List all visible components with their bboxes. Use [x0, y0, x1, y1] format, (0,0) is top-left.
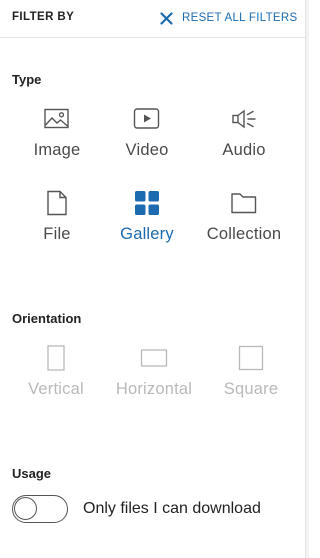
close-icon — [160, 11, 173, 25]
orientation-option-label: Horizontal — [115, 380, 193, 398]
type-section-title: Type — [12, 72, 42, 87]
folder-icon — [196, 190, 292, 216]
reset-all-filters-label: RESET ALL FILTERS — [182, 12, 298, 24]
type-option-label: Collection — [206, 225, 282, 243]
type-option-gallery[interactable]: Gallery — [99, 190, 195, 250]
type-option-image[interactable]: Image — [9, 106, 105, 166]
filter-header: FILTER BY RESET ALL FILTERS — [0, 0, 305, 38]
panel-edge — [306, 0, 309, 558]
file-icon — [9, 190, 105, 216]
reset-all-filters-button[interactable]: RESET ALL FILTERS — [160, 9, 297, 27]
filter-title: FILTER BY — [12, 11, 75, 23]
video-icon — [99, 106, 195, 132]
gallery-icon — [99, 190, 195, 216]
vertical-rect-icon — [8, 345, 104, 371]
toggle-knob — [14, 497, 37, 520]
square-icon — [203, 345, 299, 371]
type-option-audio[interactable]: Audio — [196, 106, 292, 166]
type-option-collection[interactable]: Collection — [196, 190, 292, 250]
orientation-option-vertical[interactable]: Vertical — [8, 345, 104, 405]
usage-section-title: Usage — [12, 466, 52, 481]
orientation-option-square[interactable]: Square — [203, 345, 299, 405]
type-option-file[interactable]: File — [9, 190, 105, 250]
orientation-option-label: Square — [223, 380, 279, 398]
type-option-label: Video — [125, 141, 169, 159]
audio-icon — [196, 106, 292, 132]
orientation-option-label: Vertical — [28, 380, 84, 398]
type-option-video[interactable]: Video — [99, 106, 195, 166]
type-option-label: Gallery — [120, 225, 174, 243]
horizontal-rect-icon — [106, 345, 202, 371]
download-only-toggle[interactable] — [12, 495, 68, 523]
type-option-label: Image — [33, 141, 81, 159]
download-only-label: Only files I can download — [83, 500, 261, 517]
type-option-label: File — [43, 225, 71, 243]
filter-panel: FILTER BY RESET ALL FILTERS Type Image V… — [0, 0, 306, 558]
type-option-label: Audio — [222, 141, 266, 159]
orientation-section-title: Orientation — [12, 311, 82, 326]
orientation-option-horizontal[interactable]: Horizontal — [106, 345, 202, 405]
image-icon — [9, 106, 105, 132]
